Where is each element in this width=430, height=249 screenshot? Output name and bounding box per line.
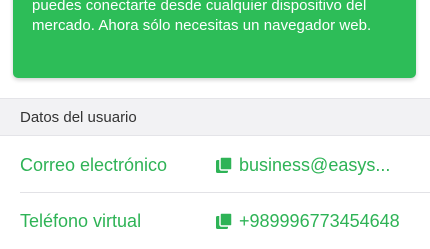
copy-icon[interactable] xyxy=(215,156,233,174)
copy-icon[interactable] xyxy=(215,212,233,230)
phone-label: Teléfono virtual xyxy=(20,210,142,231)
email-value-copy[interactable]: business@easys... xyxy=(215,155,412,176)
section-header: Datos del usuario xyxy=(0,98,430,136)
email-row: Correo electrónico business@easys... xyxy=(0,137,430,193)
phone-value-copy[interactable]: +989996773454648 xyxy=(215,211,412,232)
email-label: Correo electrónico xyxy=(20,154,168,175)
section-title: Datos del usuario xyxy=(20,108,137,126)
info-banner: puedes conectarte desde cualquier dispos… xyxy=(13,0,416,78)
email-value: business@easys... xyxy=(239,154,391,175)
banner-text: puedes conectarte desde cualquier dispos… xyxy=(32,0,372,34)
phone-row: Teléfono virtual +989996773454648 xyxy=(0,193,430,249)
phone-value: +989996773454648 xyxy=(239,210,400,231)
